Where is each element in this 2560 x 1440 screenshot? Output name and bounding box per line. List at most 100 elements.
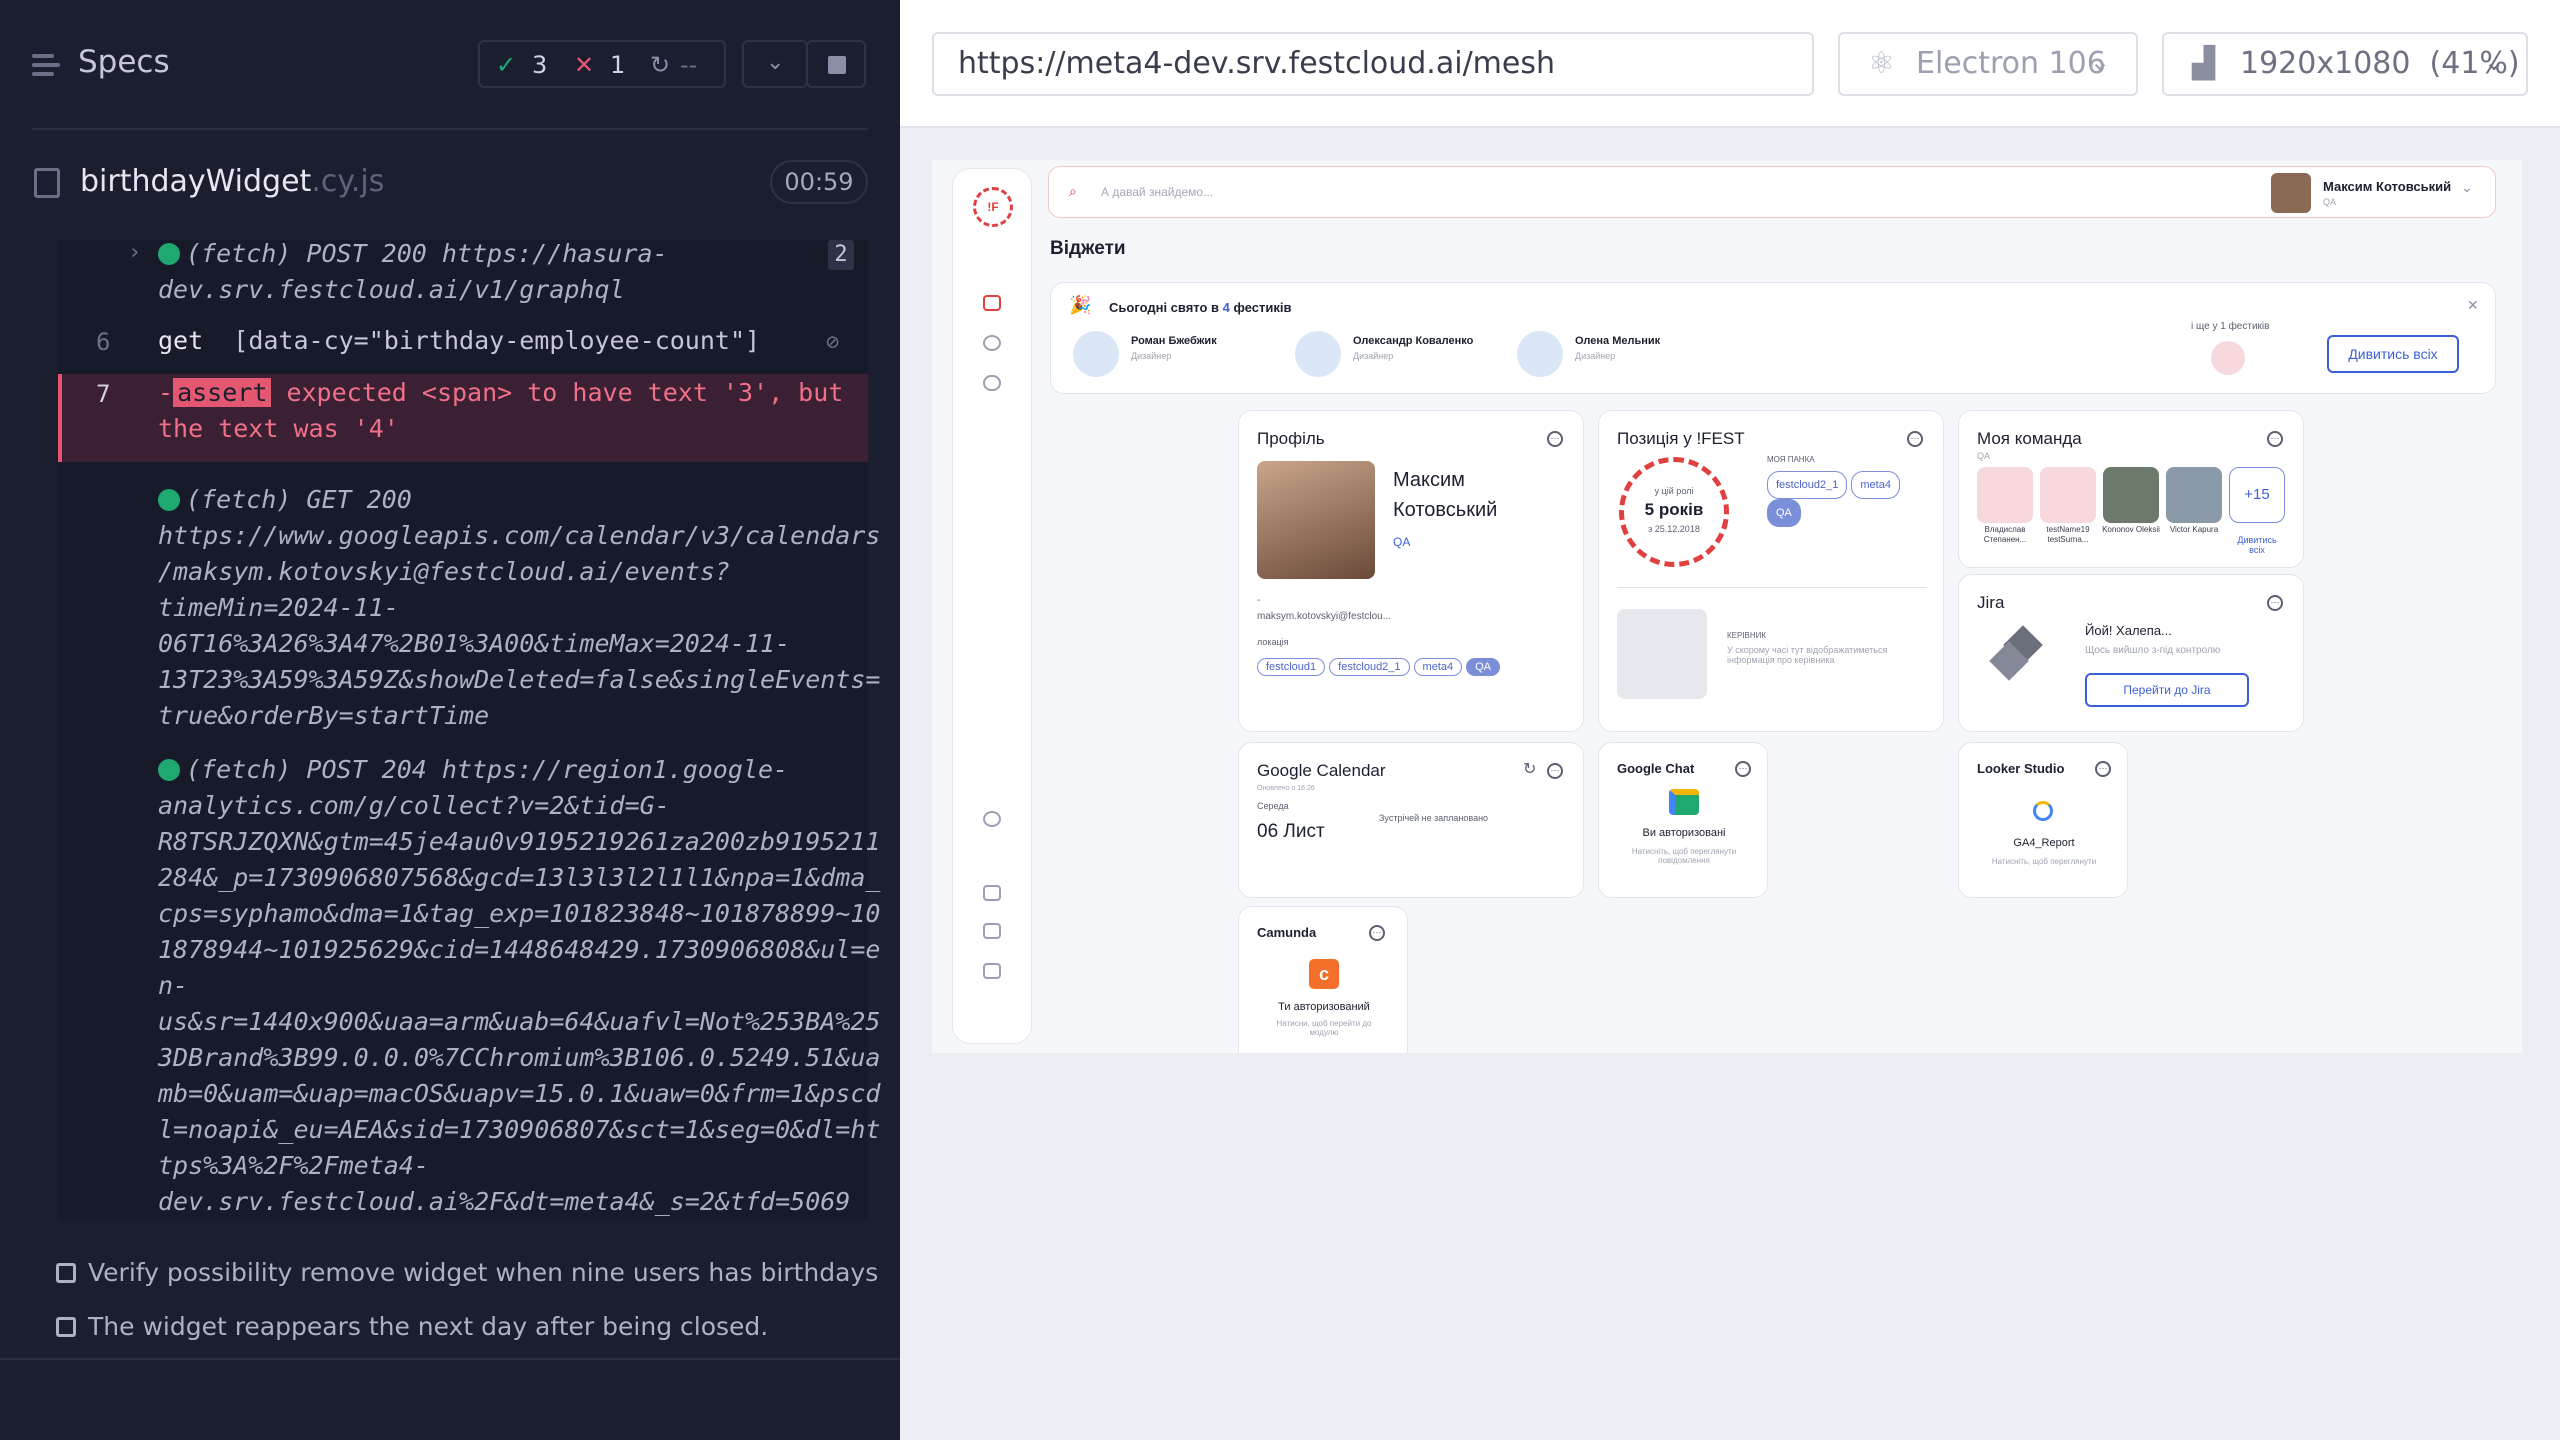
looker-widget[interactable]: Looker Studio ··· GA4_Report Натисніть, … xyxy=(1958,742,2128,898)
log-get-command[interactable]: get [data-cy="birthday-employee-count"] xyxy=(158,326,760,355)
status-dot xyxy=(158,759,180,781)
camunda-icon: c xyxy=(1309,959,1339,989)
log-line-text: R8TSRJZQXN&gtm=45je4au0v9195219261za200z… xyxy=(158,827,881,856)
check-icon: ✓ xyxy=(496,51,517,79)
team-member-avatar[interactable] xyxy=(2166,467,2222,523)
more-icon[interactable]: ··· xyxy=(2267,595,2283,611)
test-item-reappears[interactable]: The widget reappears the next day after … xyxy=(56,1312,768,1341)
tag[interactable]: festcloud2_1 xyxy=(1329,658,1410,676)
log-line-text: (fetch) GET 200 xyxy=(158,482,412,518)
more-icon[interactable]: ··· xyxy=(1547,763,1563,779)
clock-icon[interactable] xyxy=(983,335,1001,351)
chevron-down-icon[interactable]: ⌄ xyxy=(2461,179,2473,196)
calendar-updated: Оновлено о 16:26 xyxy=(1257,785,1315,792)
stop-button[interactable] xyxy=(806,40,866,88)
fest-logo[interactable]: !F xyxy=(973,187,1013,227)
checkbox-icon xyxy=(56,1317,76,1337)
link-icon[interactable] xyxy=(983,375,1001,391)
tag[interactable]: festcloud2_1 xyxy=(1767,471,1848,499)
more-icon[interactable]: ··· xyxy=(1547,431,1563,447)
party-icon: 🎉 xyxy=(1069,295,1092,315)
position-title: Позиція у !FEST xyxy=(1617,429,1745,448)
team-view-all[interactable]: Дивитись всіх xyxy=(2229,535,2285,555)
chat-title: Google Chat xyxy=(1617,761,1695,776)
more-icon[interactable]: ··· xyxy=(2095,761,2111,777)
log-fetch-hasura[interactable]: (fetch) POST 200 https://hasura- xyxy=(158,236,668,272)
more-icon[interactable]: ··· xyxy=(2267,431,2283,447)
assert-error-row[interactable]: 7 - assert expected <span> to have text '… xyxy=(58,374,868,462)
viewport-selector[interactable]: ▟ 1920x1080 (41%) ⌄ xyxy=(2162,32,2528,96)
camunda-widget[interactable]: Camunda ··· c Ти авторизований Натисни, … xyxy=(1238,906,1408,1053)
team-member-name: Владислав Степанен... xyxy=(1983,525,2027,544)
ruler-icon: ▟ xyxy=(2192,46,2216,81)
url-bar[interactable]: https://meta4-dev.srv.festcloud.ai/mesh xyxy=(932,32,1814,96)
test-item-remove-widget[interactable]: Verify possibility remove widget when ni… xyxy=(56,1258,878,1287)
eye-slash-icon[interactable]: ⊘ xyxy=(826,330,839,355)
duration-badge: 00:59 xyxy=(770,160,868,204)
chat-sub: Натисніть, щоб переглянути повідомлення xyxy=(1631,847,1737,865)
spec-file-name[interactable]: birthdayWidget.cy.js xyxy=(80,164,384,199)
close-icon[interactable]: ✕ xyxy=(2467,297,2479,314)
tag[interactable]: meta4 xyxy=(1851,471,1900,499)
specs-title: Specs xyxy=(78,44,170,80)
profile-widget: Профіль ··· Максим Котовський QA - maksy… xyxy=(1238,410,1584,732)
lead-text: У скорому часі тут відображатиметься інф… xyxy=(1727,645,1888,665)
widgets-icon[interactable] xyxy=(983,295,1001,311)
team-member-avatar[interactable] xyxy=(2040,467,2096,523)
app-search-bar[interactable]: ⌕ А давай знайдемо... Максим Котовський … xyxy=(1048,166,2496,218)
looker-title: Looker Studio xyxy=(1977,761,2065,776)
status-dot xyxy=(158,489,180,511)
divider xyxy=(32,128,868,130)
log-line-text: (fetch) POST 204 https://region1.google- xyxy=(158,752,788,788)
team-member-name: Victor Kapura xyxy=(2169,525,2219,534)
more-icon[interactable]: ··· xyxy=(1907,431,1923,447)
chat-status: Ви авторизовані xyxy=(1642,827,1726,839)
divider xyxy=(1617,587,1927,588)
chevron-right-icon[interactable]: › xyxy=(128,240,141,265)
birthday-person-avatar[interactable] xyxy=(1073,331,1119,377)
birthday-person-name: Олена Мельник xyxy=(1575,335,1661,347)
profile-last-name: Котовський xyxy=(1393,499,1498,521)
profile-role: QA xyxy=(1393,535,1411,549)
book-icon[interactable] xyxy=(983,963,1001,979)
birthday-person-avatar[interactable] xyxy=(1295,331,1341,377)
document-icon[interactable] xyxy=(983,923,1001,939)
birthday-more-avatar xyxy=(2211,341,2245,375)
browser-selector[interactable]: ⚛ Electron 106 ⌄ xyxy=(1838,32,2138,96)
profile-email: maksym.kotovskyi@festclou... xyxy=(1257,611,1392,622)
tenure-years: 5 років xyxy=(1644,500,1704,519)
camunda-sub: Натисни, щоб перейти до модулю xyxy=(1276,1019,1372,1037)
search-placeholder: А давай знайдемо... xyxy=(1101,185,1214,199)
team-member-name: testName19 testSurna... xyxy=(2046,525,2090,544)
birthday-person-name: Олександр Коваленко xyxy=(1353,335,1474,347)
profile-location-label: локація xyxy=(1257,637,1289,647)
team-more-button[interactable]: +15 xyxy=(2229,467,2285,523)
birthday-person-avatar[interactable] xyxy=(1517,331,1563,377)
collapse-button[interactable]: ⌄ xyxy=(742,40,808,88)
jira-widget: Jira ··· Йой! Халепа... Щось вийшло з-пі… xyxy=(1958,574,2304,732)
divider xyxy=(0,1358,900,1360)
failed-count: 1 xyxy=(610,51,626,79)
jira-open-button[interactable]: Перейти до Jira xyxy=(2085,673,2249,707)
user-avatar[interactable] xyxy=(2271,173,2311,213)
tag[interactable]: festcloud1 xyxy=(1257,658,1326,676)
refresh-icon[interactable]: ↻ xyxy=(1523,759,1536,779)
tag[interactable]: QA xyxy=(1767,499,1801,527)
team-member-avatar[interactable] xyxy=(1977,467,2033,523)
log-line-text: mb=0&uam=&uap=macOS&uapv=15.0.1&uaw=0&fr… xyxy=(158,1079,881,1108)
tag[interactable]: QA xyxy=(1466,658,1501,676)
arrow-circle-icon[interactable] xyxy=(983,811,1001,827)
assert-message-cont: the text was '4' xyxy=(158,414,399,443)
chat-widget[interactable]: Google Chat ··· Ви авторизовані Натисніт… xyxy=(1598,742,1768,898)
tag[interactable]: meta4 xyxy=(1413,658,1463,676)
log-line-text: analytics.com/g/collect?v=2&tid=G- xyxy=(158,791,670,820)
log-fetch-hasura-cont: dev.srv.festcloud.ai/v1/graphql xyxy=(158,275,625,304)
more-icon[interactable]: ··· xyxy=(1735,761,1751,777)
more-icon[interactable]: ··· xyxy=(1369,925,1385,941)
chat-icon[interactable] xyxy=(983,885,1001,901)
birthday-view-all-button[interactable]: Дивитись всіх xyxy=(2327,335,2459,373)
google-chat-icon xyxy=(1669,789,1699,815)
team-member-avatar[interactable] xyxy=(2103,467,2159,523)
specs-list-icon[interactable] xyxy=(32,50,64,80)
calendar-date: 06 Лист xyxy=(1257,821,1325,842)
